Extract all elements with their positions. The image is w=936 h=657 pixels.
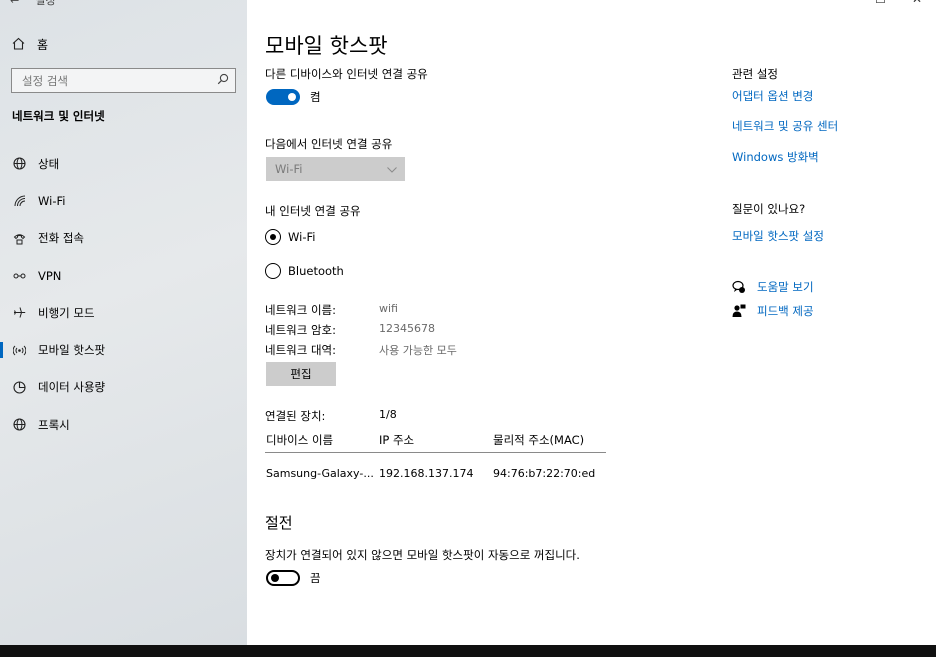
sidebar-item-label: 모바일 핫스팟 — [38, 343, 106, 358]
section-title: 네트워크 및 인터넷 — [12, 109, 105, 123]
maximize-button[interactable]: ☐ — [875, 0, 886, 6]
radio-wifi-circle[interactable] — [265, 229, 281, 245]
sidebar-item-label: 비행기 모드 — [38, 305, 95, 320]
radio-bluetooth-circle[interactable] — [265, 263, 281, 279]
edit-button[interactable]: 편집 — [266, 362, 336, 386]
network-password-value: 12345678 — [379, 322, 435, 335]
feedback-label: 피드백 제공 — [757, 304, 814, 318]
help-chat-icon — [732, 280, 746, 294]
sidebar-item-airplane[interactable]: 비행기 모드 — [0, 294, 247, 331]
help-link[interactable]: 도움말 보기 — [732, 279, 814, 295]
network-name-value: wifi — [379, 302, 398, 315]
minimize-button[interactable]: — — [837, 0, 849, 6]
network-band-row: 네트워크 대역: 사용 가능한 모두 — [265, 342, 457, 358]
back-arrow-icon[interactable]: ← — [10, 0, 19, 7]
globe-icon — [12, 418, 26, 432]
share-toggle-text: 켬 — [310, 90, 321, 104]
title-bar: ← 설정 — [10, 0, 55, 9]
power-toggle-text: 끔 — [310, 571, 321, 585]
share-label: 다른 디바이스와 인터넷 연결 공유 — [265, 67, 428, 81]
search-input[interactable]: 설정 검색 — [11, 68, 236, 93]
vpn-icon — [12, 269, 26, 283]
home-icon — [12, 37, 25, 53]
sidebar-item-data-usage[interactable]: 데이터 사용량 — [0, 369, 247, 406]
sidebar-item-dialup[interactable]: 전화 접속 — [0, 220, 247, 257]
cell-mac: 94:76:b7:22:70:ed — [493, 467, 596, 480]
app-title: 설정 — [35, 0, 56, 7]
nav-list: 상태 Wi-Fi 전화 접속 VPN 비행기 모드 모바일 핫스팟 데이터 사용… — [0, 145, 247, 443]
connected-row: 연결된 장치: 1/8 — [265, 408, 397, 424]
network-sharing-center-link[interactable]: 네트워크 및 공유 센터 — [732, 118, 838, 134]
question-title: 질문이 있나요? — [732, 202, 806, 216]
network-band-value: 사용 가능한 모두 — [379, 344, 457, 357]
power-toggle[interactable] — [266, 570, 300, 586]
close-button[interactable]: ✕ — [912, 0, 922, 6]
radio-bluetooth[interactable]: Bluetooth — [265, 263, 344, 279]
share-toggle[interactable] — [266, 89, 300, 105]
col-mac: 물리적 주소(MAC) — [493, 433, 585, 447]
globe-status-icon — [12, 157, 26, 171]
chevron-down-icon — [387, 162, 397, 176]
sidebar-item-label: 데이터 사용량 — [38, 380, 106, 395]
network-name-row: 네트워크 이름: wifi — [265, 302, 398, 318]
device-table-header: 디바이스 이름 IP 주소 물리적 주소(MAC) — [265, 432, 606, 453]
data-usage-icon — [12, 380, 26, 394]
share-from-select[interactable]: Wi-Fi — [266, 157, 405, 181]
sidebar-item-label: 전화 접속 — [38, 231, 84, 246]
share-from-label: 다음에서 인터넷 연결 공유 — [265, 137, 393, 151]
wifi-icon — [12, 194, 26, 208]
sidebar-item-wifi[interactable]: Wi-Fi — [0, 182, 247, 219]
network-password-label: 네트워크 암호: — [265, 323, 337, 337]
sidebar-item-hotspot[interactable]: 모바일 핫스팟 — [0, 331, 247, 368]
dialup-icon — [12, 231, 26, 245]
page-title: 모바일 핫스팟 — [265, 34, 388, 58]
airplane-icon — [12, 306, 26, 320]
home-label: 홈 — [37, 38, 49, 52]
cell-device-name: Samsung-Galaxy-... — [266, 467, 374, 480]
settings-window: ← 설정 홈 설정 검색 네트워크 및 인터넷 상태 Wi-Fi 전화 접속 V… — [0, 0, 936, 645]
sidebar-item-label: Wi-Fi — [38, 193, 66, 208]
help-label: 도움말 보기 — [757, 280, 814, 294]
share-from-value: Wi-Fi — [275, 162, 303, 176]
home-item[interactable]: 홈 — [12, 36, 48, 53]
connected-value: 1/8 — [379, 408, 397, 421]
radio-wifi-label: Wi-Fi — [288, 230, 316, 244]
adapter-options-link[interactable]: 어댑터 옵션 변경 — [732, 88, 813, 104]
sidebar-item-status[interactable]: 상태 — [0, 145, 247, 182]
hotspot-icon — [12, 343, 26, 357]
radio-bluetooth-label: Bluetooth — [288, 264, 344, 278]
feedback-link[interactable]: 피드백 제공 — [732, 303, 814, 319]
network-band-label: 네트워크 대역: — [265, 343, 337, 357]
network-password-row: 네트워크 암호: 12345678 — [265, 322, 435, 338]
taskbar — [0, 645, 936, 657]
hotspot-settings-link[interactable]: 모바일 핫스팟 설정 — [732, 228, 824, 244]
sidebar-item-label: VPN — [38, 268, 62, 283]
network-name-label: 네트워크 이름: — [265, 303, 337, 317]
feedback-person-icon — [732, 304, 746, 318]
sidebar-item-label: 상태 — [38, 156, 60, 171]
col-device-name: 디바이스 이름 — [266, 433, 334, 447]
sidebar: ← 설정 홈 설정 검색 네트워크 및 인터넷 상태 Wi-Fi 전화 접속 V… — [0, 0, 247, 645]
sidebar-item-vpn[interactable]: VPN — [0, 257, 247, 294]
windows-firewall-link[interactable]: Windows 방화벽 — [732, 149, 819, 165]
radio-wifi[interactable]: Wi-Fi — [265, 229, 315, 245]
col-ip: IP 주소 — [379, 433, 415, 447]
cell-ip: 192.168.137.174 — [379, 467, 474, 480]
window-controls: — ☐ ✕ — [837, 0, 922, 6]
related-title: 관련 설정 — [732, 67, 778, 81]
power-title: 절전 — [265, 514, 293, 532]
power-desc: 장치가 연결되어 있지 않으면 모바일 핫스팟이 자동으로 꺼집니다. — [265, 548, 580, 562]
sidebar-item-label: 프록시 — [38, 417, 70, 432]
search-placeholder: 설정 검색 — [22, 73, 68, 88]
share-over-label: 내 인터넷 연결 공유 — [265, 204, 361, 218]
connected-label: 연결된 장치: — [265, 409, 326, 423]
sidebar-item-proxy[interactable]: 프록시 — [0, 406, 247, 443]
search-icon — [217, 73, 229, 88]
